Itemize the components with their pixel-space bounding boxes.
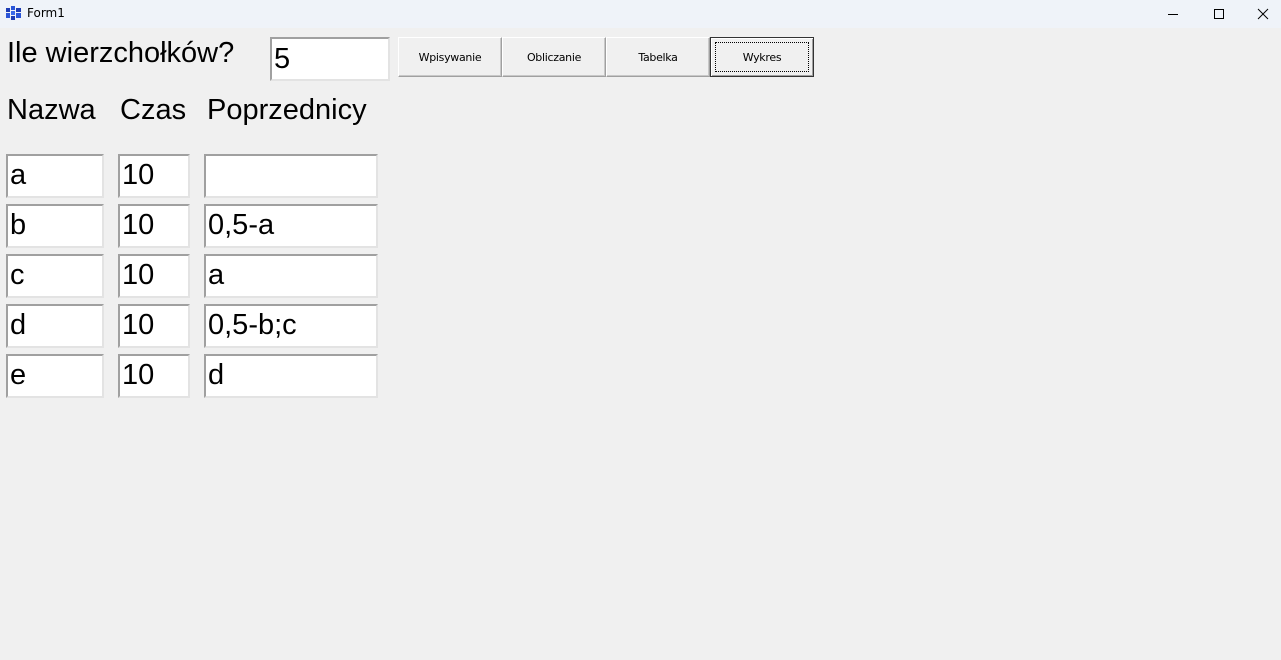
wykres-button-label: Wykres [742, 50, 782, 64]
nazwa-input-2[interactable]: b [6, 204, 104, 248]
poprzednicy-input-3[interactable]: a [204, 254, 378, 298]
tabelka-button-label: Tabelka [638, 50, 678, 64]
app-icon [6, 6, 22, 20]
nazwa-input-5[interactable]: e [6, 354, 104, 398]
wpisywanie-button-label: Wpisywanie [418, 50, 482, 64]
header-poprzednicy: Poprzednicy [207, 94, 367, 126]
minimize-button[interactable] [1150, 0, 1196, 28]
obliczanie-button[interactable]: Obliczanie [502, 37, 606, 77]
vertex-count-label: Ile wierzchołków? [7, 37, 235, 69]
obliczanie-button-label: Obliczanie [526, 50, 582, 64]
title-bar[interactable]: Form1 [0, 0, 1281, 28]
header-nazwa: Nazwa [7, 94, 96, 126]
wpisywanie-button[interactable]: Wpisywanie [398, 37, 502, 77]
poprzednicy-input-1[interactable] [204, 154, 378, 198]
czas-input-4[interactable]: 10 [118, 304, 190, 348]
czas-input-5[interactable]: 10 [118, 354, 190, 398]
maximize-button[interactable] [1196, 0, 1242, 28]
nazwa-input-1[interactable]: a [6, 154, 104, 198]
tabelka-button[interactable]: Tabelka [606, 37, 710, 77]
maximize-icon [1214, 9, 1224, 19]
wykres-button[interactable]: Wykres [710, 37, 814, 77]
vertex-count-input[interactable]: 5 [270, 37, 390, 81]
header-czas: Czas [120, 94, 187, 126]
czas-input-1[interactable]: 10 [118, 154, 190, 198]
close-button[interactable] [1240, 0, 1281, 28]
minimize-icon [1168, 14, 1178, 15]
close-icon [1257, 8, 1269, 20]
czas-input-3[interactable]: 10 [118, 254, 190, 298]
poprzednicy-input-4[interactable]: 0,5-b;c [204, 304, 378, 348]
poprzednicy-input-5[interactable]: d [204, 354, 378, 398]
czas-input-2[interactable]: 10 [118, 204, 190, 248]
poprzednicy-input-2[interactable]: 0,5-a [204, 204, 378, 248]
nazwa-input-4[interactable]: d [6, 304, 104, 348]
nazwa-input-3[interactable]: c [6, 254, 104, 298]
window-title: Form1 [27, 6, 65, 20]
